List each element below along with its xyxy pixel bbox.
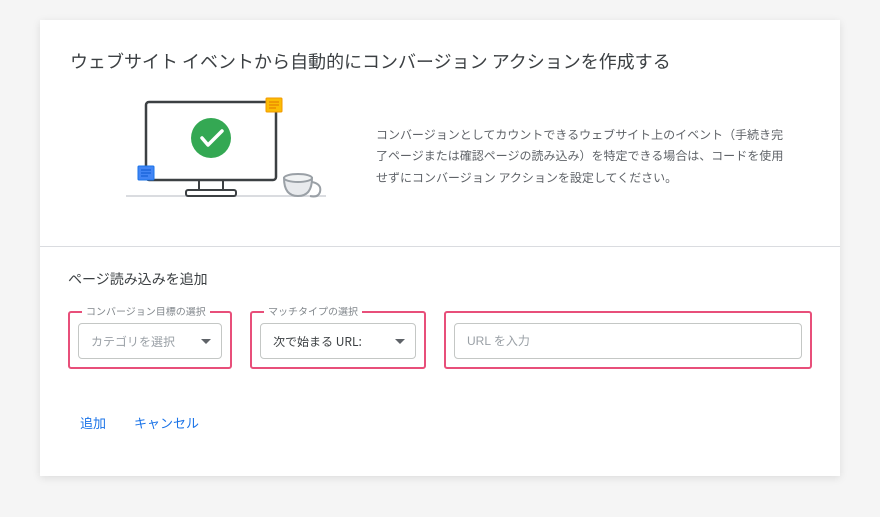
match-field-group: マッチタイプの選択 次で始まる URL: [250, 311, 426, 369]
goal-field-group: コンバージョン目標の選択 カテゴリを選択 [68, 311, 232, 369]
goal-select[interactable]: カテゴリを選択 [78, 323, 222, 359]
page-load-panel: ページ読み込みを追加 コンバージョン目標の選択 カテゴリを選択 マッチタイプの選… [40, 246, 840, 446]
match-selected-value: 次で始まる URL: [273, 333, 362, 350]
goal-legend: コンバージョン目標の選択 [82, 306, 210, 316]
panel-title: ページ読み込みを追加 [68, 269, 812, 289]
goal-select-placeholder: カテゴリを選択 [91, 333, 175, 350]
cancel-button[interactable]: キャンセル [132, 409, 201, 436]
monitor-illustration [126, 96, 326, 216]
url-input[interactable] [454, 323, 802, 359]
caret-down-icon [201, 339, 211, 344]
fields-row: コンバージョン目標の選択 カテゴリを選択 マッチタイプの選択 次で始まる URL… [68, 311, 812, 369]
conversion-setup-card: ウェブサイト イベントから自動的にコンバージョン アクションを作成する [40, 20, 840, 476]
hero-description: コンバージョンとしてカウントできるウェブサイト上のイベント（手続き完了ページまた… [376, 124, 800, 189]
add-button[interactable]: 追加 [78, 409, 108, 436]
panel-actions: 追加 キャンセル [68, 409, 812, 436]
match-type-select[interactable]: 次で始まる URL: [260, 323, 416, 359]
header-section: ウェブサイト イベントから自動的にコンバージョン アクションを作成する [40, 20, 840, 246]
page-title: ウェブサイト イベントから自動的にコンバージョン アクションを作成する [70, 48, 810, 74]
url-field-group [444, 311, 812, 369]
caret-down-icon [395, 339, 405, 344]
hero-row: コンバージョンとしてカウントできるウェブサイト上のイベント（手続き完了ページまた… [70, 96, 810, 226]
match-legend: マッチタイプの選択 [264, 306, 362, 316]
